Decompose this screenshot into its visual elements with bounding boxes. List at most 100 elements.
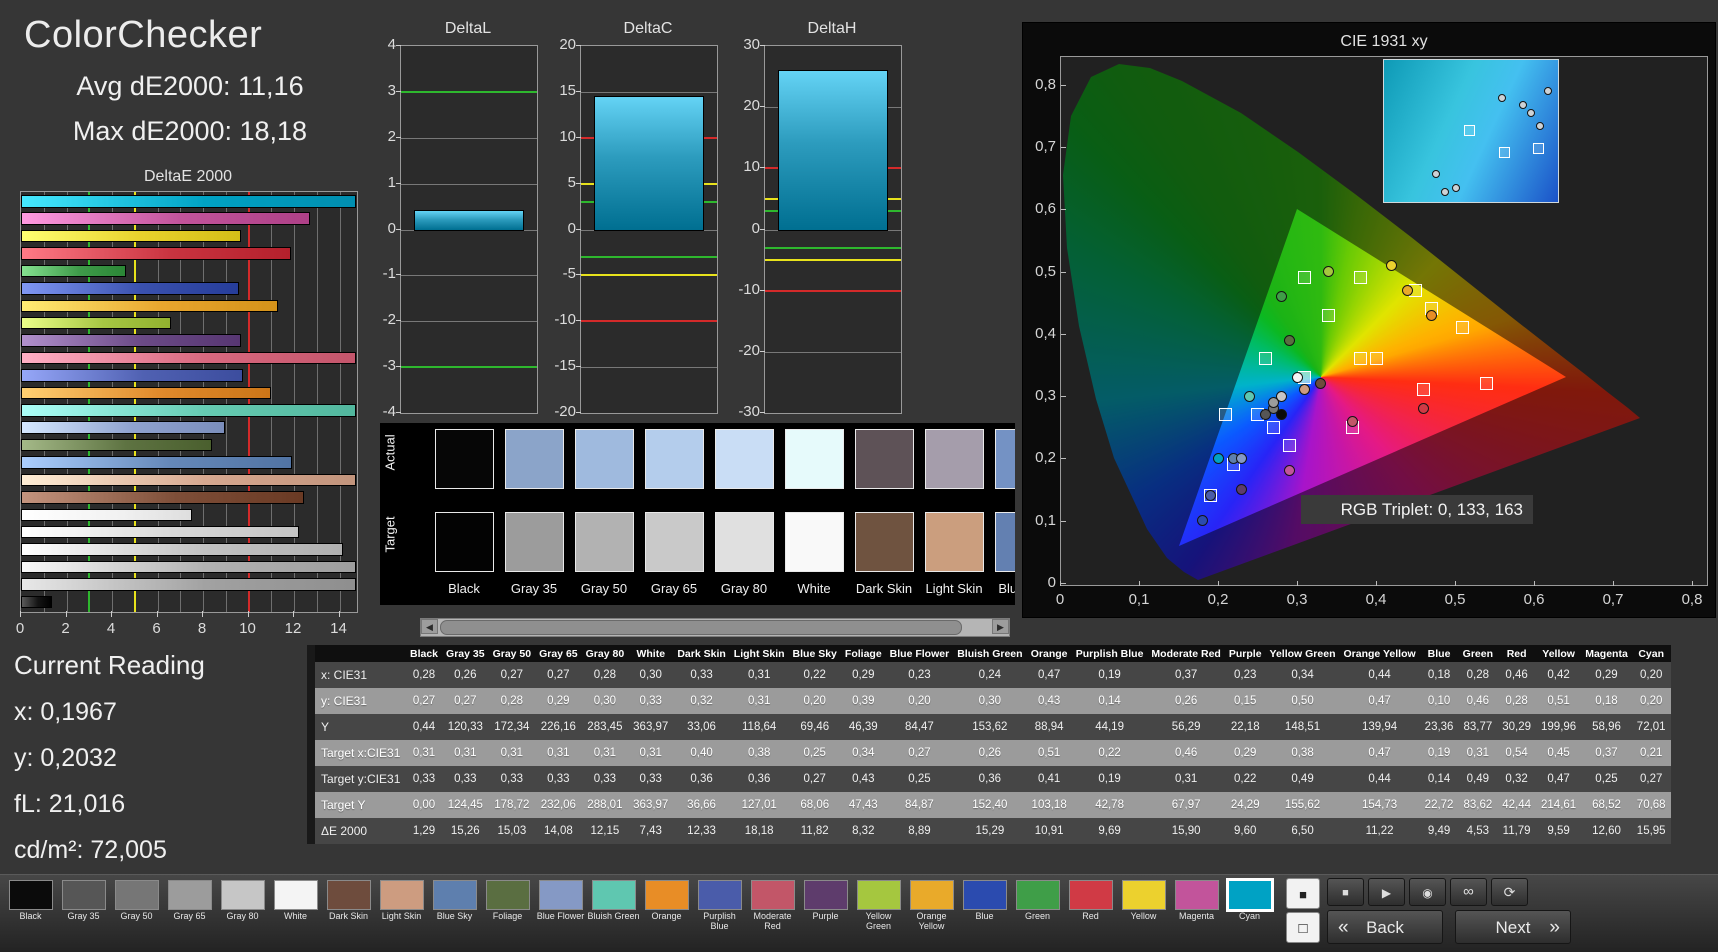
column-header: Black	[406, 645, 443, 662]
table-cell: 0,33	[535, 766, 582, 792]
y-tick	[576, 182, 581, 184]
x-tick-label: 0,8	[1681, 591, 1703, 608]
table-cell: 124,45	[442, 792, 489, 818]
table-cell: 9,60	[1224, 818, 1266, 844]
x-tick-label: 0,6	[1523, 591, 1545, 608]
continuous-measure-button[interactable]: ∞	[1450, 878, 1487, 906]
patch-button-black[interactable]: Black	[4, 878, 57, 950]
y-tick-label: 1	[387, 173, 396, 191]
axis-tick-label: 6	[152, 620, 161, 637]
patch-color-tile	[8, 880, 53, 910]
next-button[interactable]: Next »	[1455, 910, 1571, 944]
dl-chart-bar	[414, 210, 524, 232]
refresh-button[interactable]: ⟳	[1491, 878, 1528, 906]
table-cell: 155,62	[1265, 792, 1340, 818]
table-cell: 0,36	[729, 766, 789, 792]
table-cell: 15,95	[1631, 818, 1671, 844]
table-cell: 0,33	[673, 662, 730, 688]
patch-button-purplish-blue[interactable]: Purplish Blue	[693, 878, 746, 950]
patch-button-magenta[interactable]: Magenta	[1170, 878, 1223, 950]
pattern-window-button[interactable]: ■	[1286, 878, 1320, 909]
patch-button-blue[interactable]: Blue	[958, 878, 1011, 950]
patch-button-yellow-green[interactable]: Yellow Green	[852, 878, 905, 950]
table-cell: 84,47	[885, 714, 954, 740]
x-tick	[1376, 581, 1377, 586]
y-tick	[576, 366, 581, 368]
patch-button-purple[interactable]: Purple	[799, 878, 852, 950]
patch-button-blue-sky[interactable]: Blue Sky	[428, 878, 481, 950]
y-tick	[396, 366, 401, 368]
stop-button[interactable]: ■	[1327, 878, 1364, 906]
table-cell: 0,47	[1026, 662, 1072, 688]
patch-button-white[interactable]: White	[269, 878, 322, 950]
table-cell: 0,25	[1581, 766, 1632, 792]
inset-measured-marker	[1498, 94, 1506, 102]
patch-button-yellow[interactable]: Yellow	[1117, 878, 1170, 950]
table-cell: 0,22	[788, 662, 841, 688]
inset-target-marker	[1463, 124, 1475, 136]
measured-marker-blue-flower	[1236, 452, 1248, 464]
dh-chart-plot	[764, 45, 902, 414]
swatch-scrollbar[interactable]: ◀ ▶	[420, 618, 1010, 637]
table-cell: 68,06	[788, 792, 841, 818]
scroll-right-icon[interactable]: ▶	[992, 619, 1009, 634]
patch-button-moderate-red[interactable]: Moderate Red	[746, 878, 799, 950]
patch-button-dark-skin[interactable]: Dark Skin	[322, 878, 375, 950]
patch-button-foliage[interactable]: Foliage	[481, 878, 534, 950]
table-cell: 226,16	[535, 714, 582, 740]
table-cell: 0,14	[1071, 688, 1148, 714]
x-tick-label: 0,3	[1286, 591, 1308, 608]
table-cell: 153,62	[953, 714, 1027, 740]
x-tick-label: 0,4	[1365, 591, 1387, 608]
back-button[interactable]: « Back	[1327, 910, 1443, 944]
y-tick	[396, 182, 401, 184]
y-tick	[1061, 520, 1066, 522]
inset-measured-marker	[1536, 122, 1544, 130]
patch-color-tile	[909, 880, 954, 910]
y-tick-label: 0,8	[1035, 75, 1056, 93]
gridline	[581, 91, 717, 93]
table-cell: 72,01	[1631, 714, 1671, 740]
patch-button-orange[interactable]: Orange	[640, 878, 693, 950]
column-header: Cyan	[1631, 645, 1671, 662]
patch-button-gray-50[interactable]: Gray 50	[110, 878, 163, 950]
table-cell: 139,94	[1339, 714, 1420, 740]
measure-once-button[interactable]: ◉	[1409, 878, 1446, 906]
table-cell: 9,69	[1071, 818, 1148, 844]
patch-button-gray-80[interactable]: Gray 80	[216, 878, 269, 950]
patch-button-gray-65[interactable]: Gray 65	[163, 878, 216, 950]
x-tick-label: 0,1	[1128, 591, 1150, 608]
patch-color-tile	[1068, 880, 1113, 910]
patch-label: Gray 50	[120, 911, 153, 921]
axis-tick-label: 2	[61, 620, 70, 637]
patch-label: Gray 35	[67, 911, 100, 921]
patch-button-orange-yellow[interactable]: Orange Yellow	[905, 878, 958, 950]
target-marker-green	[1298, 271, 1312, 285]
table-cell: 15,29	[953, 818, 1027, 844]
measured-marker-magenta	[1283, 465, 1295, 477]
actual-swatch	[575, 429, 634, 489]
table-cell: 120,33	[442, 714, 489, 740]
patch-button-green[interactable]: Green	[1011, 878, 1064, 950]
table-cell: 0,51	[1536, 688, 1582, 714]
measured-marker-red	[1417, 403, 1429, 415]
play-button[interactable]: ▶	[1368, 878, 1405, 906]
actual-swatch	[785, 429, 844, 489]
y-tick-label: -20	[738, 341, 760, 359]
pattern-toggle-button[interactable]: □	[1286, 912, 1320, 943]
patch-button-blue-flower[interactable]: Blue Flower	[534, 878, 587, 950]
measured-marker-foliage	[1283, 334, 1295, 346]
y-tick	[396, 136, 401, 138]
patch-button-light-skin[interactable]: Light Skin	[375, 878, 428, 950]
patch-button-gray-35[interactable]: Gray 35	[57, 878, 110, 950]
patch-button-bluish-green[interactable]: Bluish Green	[587, 878, 640, 950]
deltae-bar-gray-65	[21, 543, 344, 556]
y-tick-label: 15	[559, 81, 576, 99]
play-icon: ▶	[1381, 886, 1392, 900]
patch-button-red[interactable]: Red	[1064, 878, 1117, 950]
scroll-left-icon[interactable]: ◀	[421, 619, 438, 634]
patch-button-cyan[interactable]: Cyan	[1223, 878, 1276, 950]
scrollbar-thumb[interactable]	[440, 620, 962, 635]
table-cell: 8,32	[840, 818, 886, 844]
table-row: x: CIE31 0,28 0,26 0,27 0,27 0,28 0,30 0,33 0,31…	[315, 662, 1671, 688]
